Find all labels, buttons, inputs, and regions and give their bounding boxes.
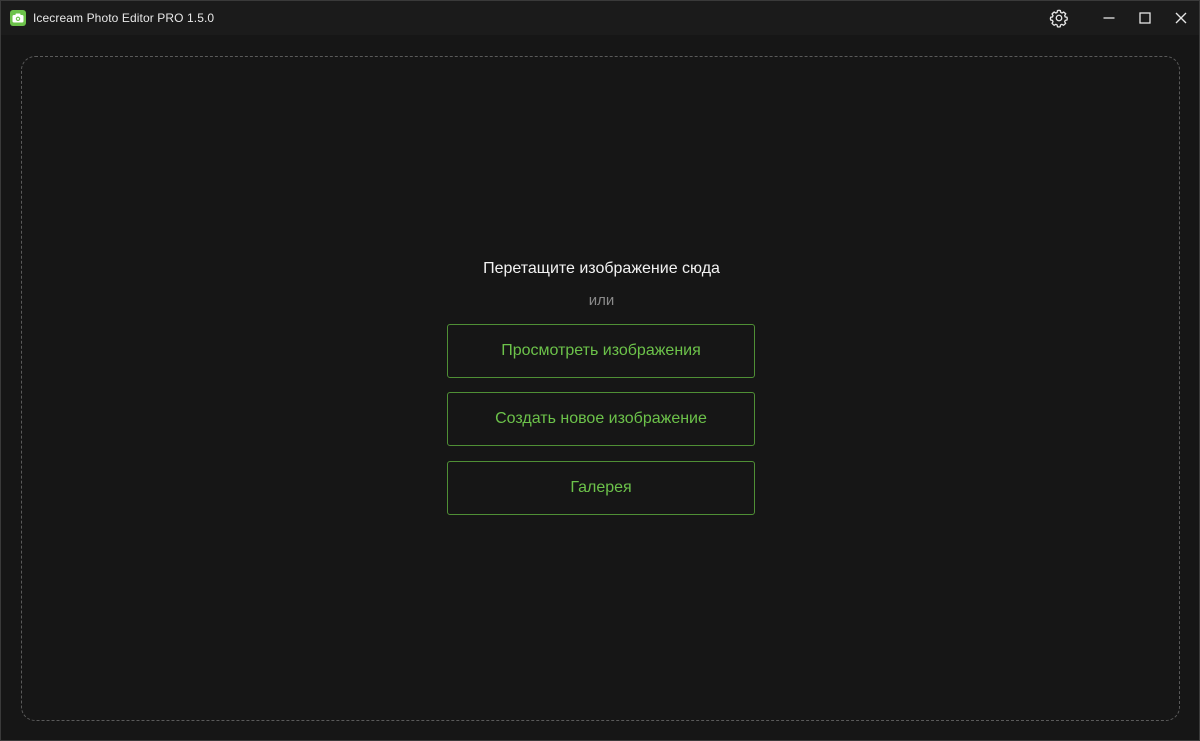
window-title: Icecream Photo Editor PRO 1.5.0: [33, 11, 215, 25]
close-icon: [1175, 12, 1187, 24]
app-window: Icecream Photo Editor PRO 1.5.0 Перетащи…: [0, 0, 1200, 741]
maximize-icon: [1139, 12, 1151, 24]
camera-icon: [10, 10, 26, 26]
maximize-button[interactable]: [1127, 1, 1163, 35]
create-new-image-button[interactable]: Создать новое изображение: [447, 392, 755, 446]
gear-icon: [1049, 9, 1068, 28]
title-bar[interactable]: Icecream Photo Editor PRO 1.5.0: [1, 1, 1199, 35]
image-drop-zone[interactable]: Перетащите изображение сюда или Просмотр…: [21, 56, 1180, 721]
gallery-button[interactable]: Галерея: [447, 461, 755, 515]
minimize-button[interactable]: [1091, 1, 1127, 35]
drag-instruction-text: Перетащите изображение сюда: [483, 260, 720, 277]
settings-button[interactable]: [1041, 1, 1077, 35]
browse-images-button[interactable]: Просмотреть изображения: [447, 324, 755, 378]
minimize-icon: [1103, 17, 1115, 19]
close-button[interactable]: [1163, 1, 1199, 35]
or-separator-text: или: [588, 292, 615, 309]
window-controls: [1041, 1, 1199, 35]
